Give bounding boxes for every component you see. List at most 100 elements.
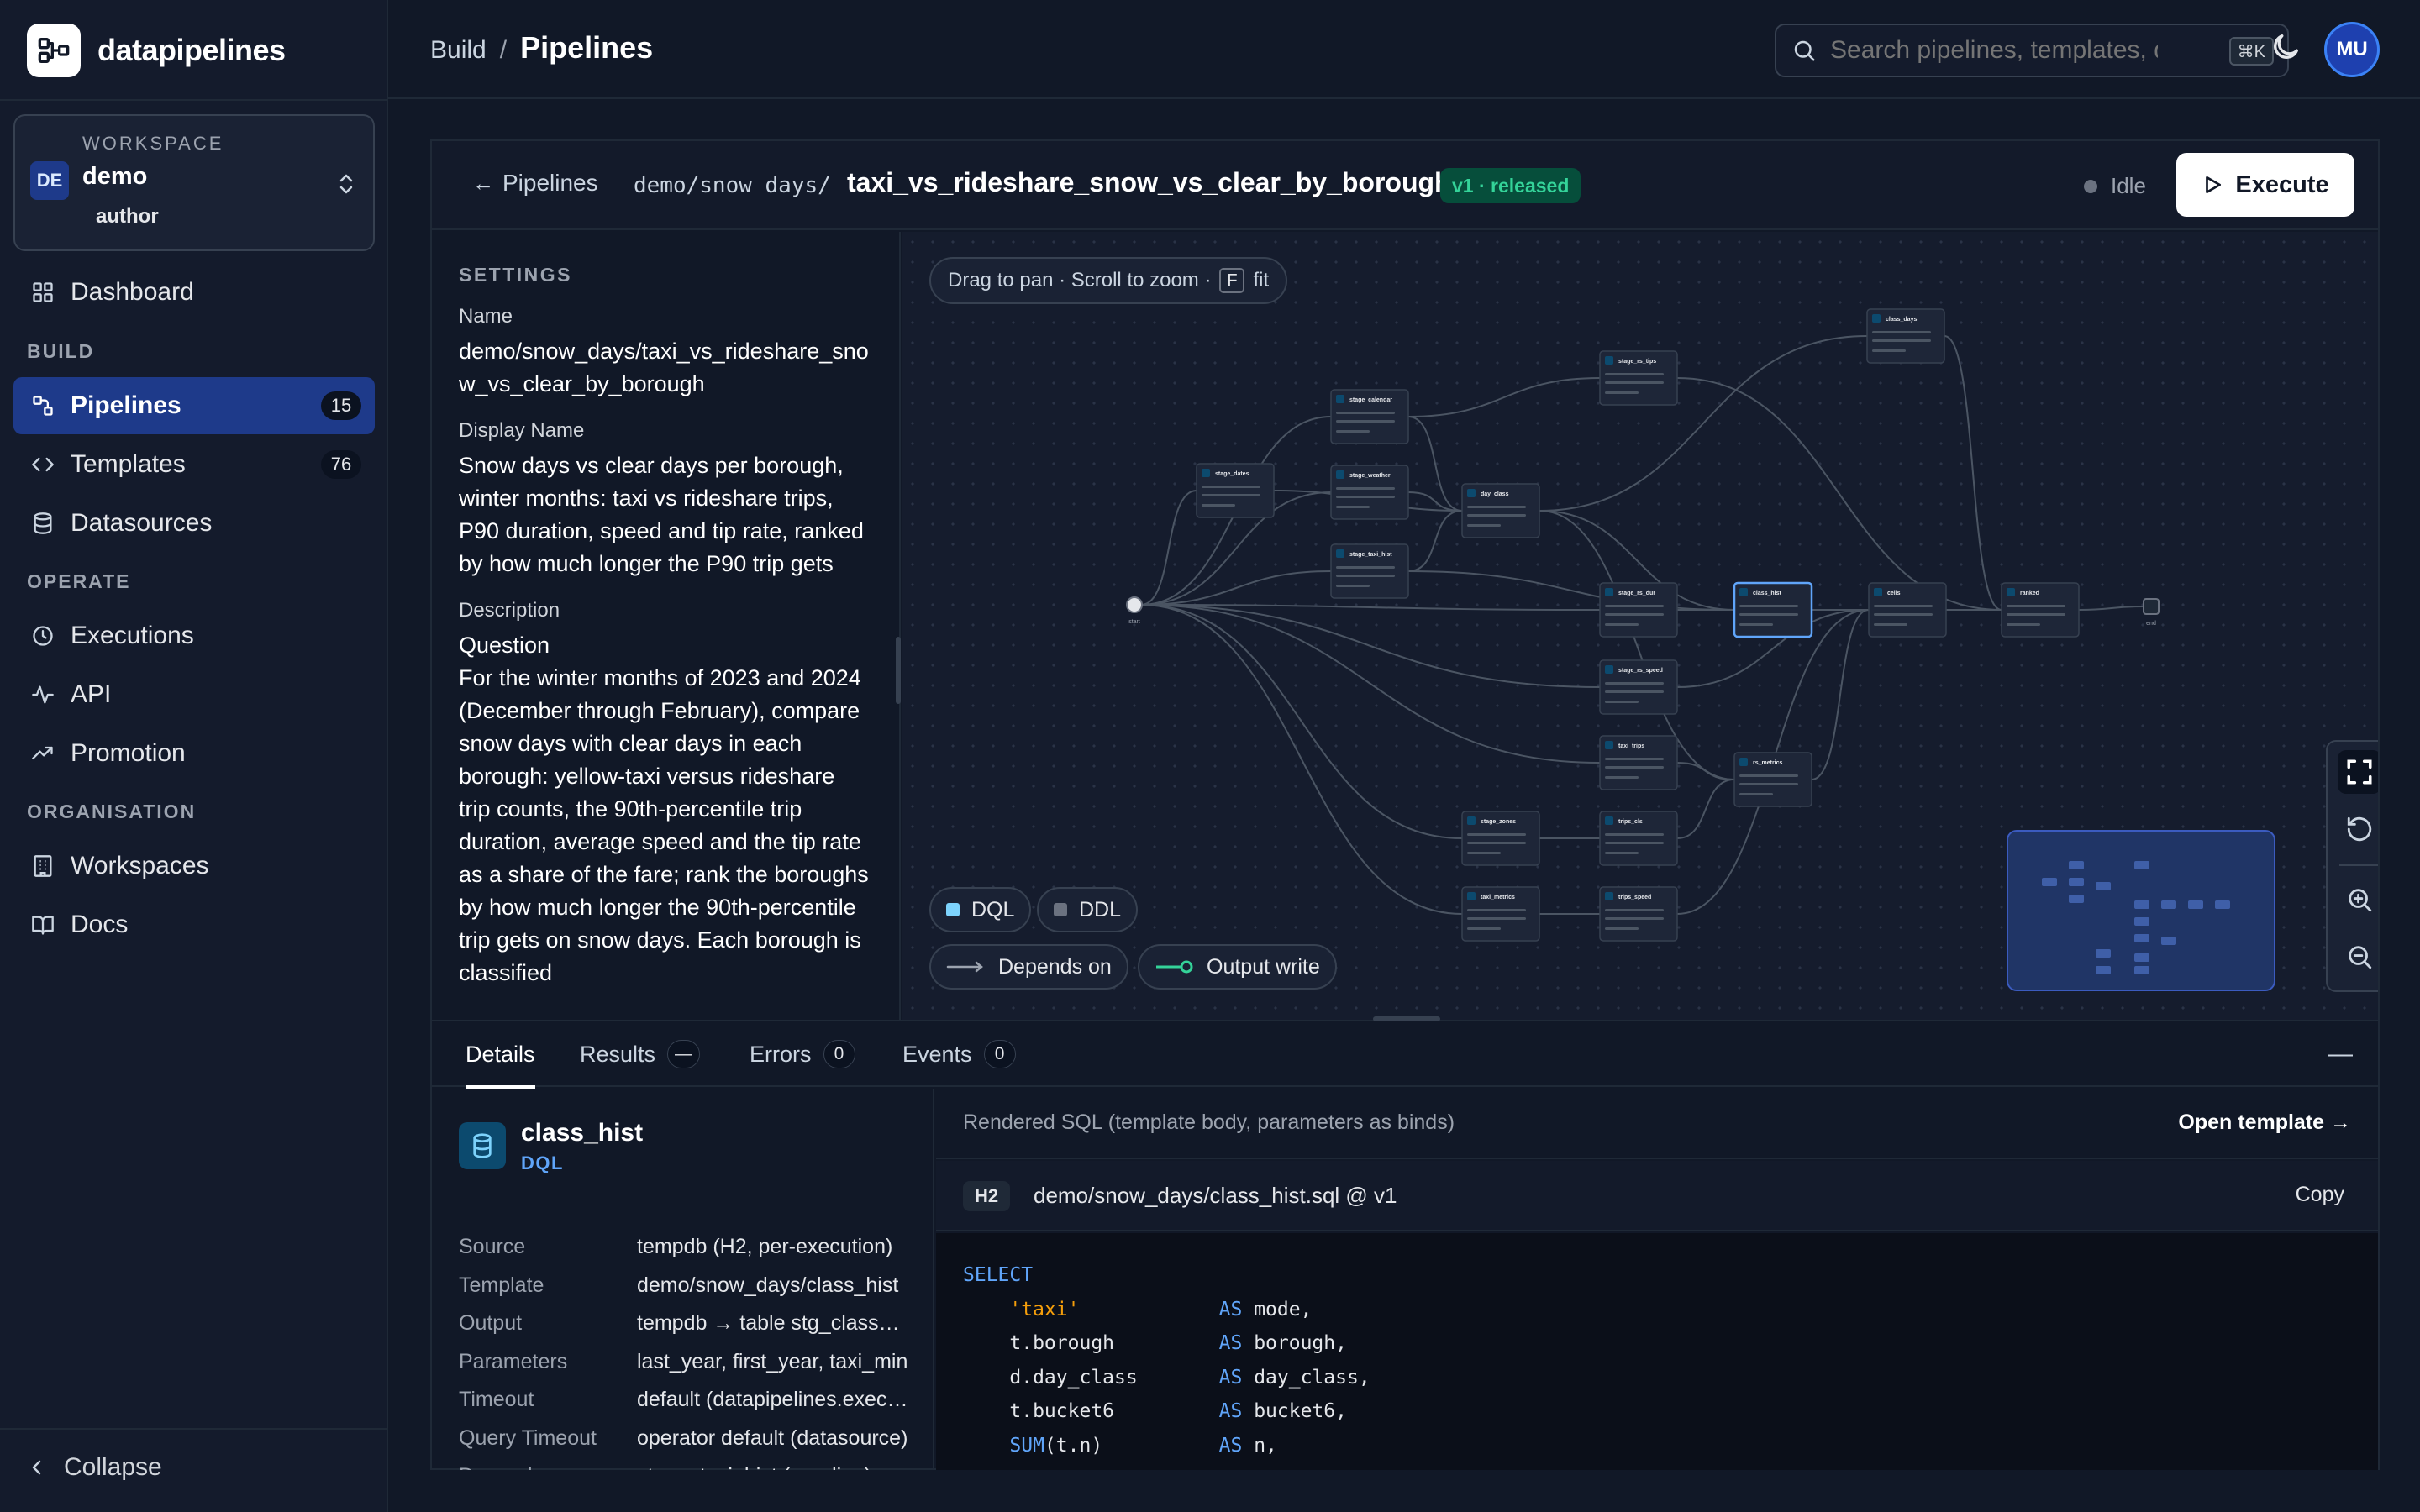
dag-node[interactable]: taxi_trips — [1599, 735, 1678, 790]
dag-node[interactable]: class_days — [1866, 308, 1945, 364]
dag-node[interactable]: rs_metrics — [1733, 752, 1812, 807]
search-input[interactable] — [1830, 36, 2158, 65]
global-search[interactable]: ⌘K — [1775, 24, 2289, 77]
reset-view-button[interactable] — [2338, 807, 2378, 851]
dag-node[interactable]: trips_speed — [1599, 886, 1678, 942]
sidebar-item-templates[interactable]: Templates 76 — [13, 436, 375, 493]
collapse-sidebar-button[interactable]: Collapse — [27, 1453, 162, 1482]
execute-label: Execute — [2235, 171, 2329, 198]
top-bar: Build / Pipelines ⌘K MU — [388, 0, 2420, 99]
dag-node[interactable]: stage_zones — [1461, 811, 1540, 866]
dag-edge — [1140, 570, 1332, 606]
name-value[interactable]: demo/snow_days/taxi_vs_rideshare_snow_vs… — [459, 335, 872, 401]
workspace-switcher[interactable]: WORKSPACE DE demo author — [13, 114, 375, 251]
breadcrumb-build[interactable]: Build — [430, 36, 487, 65]
property-key: Source — [459, 1235, 526, 1258]
tab-results[interactable]: Results — — [580, 1021, 701, 1087]
dag-node[interactable]: stage_rs_dur — [1599, 582, 1678, 638]
dag-node[interactable]: stage_dates — [1196, 463, 1275, 518]
zoom-in-button[interactable] — [2338, 878, 2378, 921]
dql-node-icon — [1605, 356, 1613, 365]
description-body[interactable]: For the winter months of 2023 and 2024 (… — [459, 662, 872, 990]
theme-toggle-button[interactable] — [2269, 30, 2302, 68]
property-key: Depends on — [459, 1464, 637, 1470]
dag-node-detail-line — [1467, 842, 1526, 844]
status-label: Idle — [2111, 173, 2146, 198]
dag-node[interactable]: stage_weather — [1330, 465, 1409, 520]
zoom-out-icon — [2349, 946, 2372, 969]
sidebar-item-pipelines[interactable]: Pipelines 15 — [13, 377, 375, 434]
sidebar-item-datasources[interactable]: Datasources — [13, 495, 375, 552]
sql-header: Rendered SQL (template body, parameters … — [936, 1089, 2378, 1159]
sidebar-item-executions[interactable]: Executions — [13, 607, 375, 664]
settings-panel: SETTINGS Name demo/snow_days/taxi_vs_rid… — [432, 232, 901, 1020]
open-template-link[interactable]: Open template → — [2178, 1110, 2351, 1135]
dag-node[interactable]: ranked — [2001, 582, 2080, 638]
tab-errors[interactable]: Errors 0 — [750, 1021, 855, 1087]
property-value: operator default (datasource) — [637, 1425, 908, 1450]
app-logo[interactable]: datapipelines — [27, 24, 286, 77]
dql-swatch-icon — [946, 903, 960, 916]
nav-section-organisation: ORGANISATION — [27, 801, 197, 822]
zoom-out-button[interactable] — [2338, 935, 2378, 979]
dag-terminal-label: end — [2146, 621, 2156, 627]
sidebar-item-dashboard[interactable]: Dashboard — [13, 264, 375, 321]
dag-end-node[interactable] — [2143, 598, 2160, 615]
dag-node-label: taxi_trips — [1618, 743, 1644, 749]
sidebar-item-workspaces[interactable]: Workspaces — [13, 837, 375, 895]
dag-node-label: stage_calendar — [1349, 397, 1392, 403]
dag-edge — [1407, 377, 1601, 417]
dql-node-icon — [2007, 588, 2015, 596]
property-row: Output tempdb → table stg_class_hist — [459, 1311, 913, 1336]
activity-icon — [30, 682, 55, 707]
sidebar-item-api[interactable]: API — [13, 666, 375, 723]
description-heading: Question — [459, 633, 550, 658]
release-badge: v1 · released — [1440, 168, 1581, 203]
dag-start-node[interactable] — [1126, 596, 1143, 613]
ddl-swatch-icon — [1054, 903, 1067, 916]
dag-node-label: stage_weather — [1349, 473, 1391, 479]
dag-node[interactable]: class_hist — [1733, 581, 1813, 638]
sidebar-item-docs[interactable]: Docs — [13, 896, 375, 953]
dag-node[interactable]: cells — [1868, 582, 1947, 638]
dag-node[interactable]: taxi_metrics — [1461, 886, 1540, 942]
dql-node-icon — [1739, 588, 1748, 596]
minimap[interactable] — [2007, 830, 2275, 991]
tab-details[interactable]: Details — [466, 1021, 535, 1089]
dag-node[interactable]: day_class — [1461, 483, 1540, 538]
minimize-panel-button[interactable]: — — [2328, 1040, 2353, 1068]
dag-canvas[interactable]: start end stage_dates stage_calendar stage_w… — [902, 232, 2378, 1020]
property-row: Parameters last_year, first_year, taxi_mi… — [459, 1350, 913, 1374]
dag-node[interactable]: stage_rs_tips — [1599, 350, 1678, 406]
dag-node[interactable]: stage_taxi_hist — [1330, 543, 1409, 599]
dag-node[interactable]: trips_cls — [1599, 811, 1678, 866]
sidebar-item-promotion[interactable]: Promotion — [13, 725, 375, 782]
execute-button[interactable]: Execute — [2176, 153, 2354, 217]
tab-events[interactable]: Events 0 — [902, 1021, 1016, 1087]
dag-node-detail-line — [1872, 331, 1931, 333]
page-title: Pipelines — [520, 30, 654, 65]
pipelines-count-badge: 15 — [321, 391, 361, 420]
copy-sql-button[interactable]: Copy — [2296, 1183, 2344, 1207]
dag-node-detail-line — [1202, 486, 1260, 488]
back-to-pipelines-link[interactable]: ← Pipelines — [472, 170, 598, 197]
property-key: Query Timeout — [459, 1425, 597, 1450]
property-value: tempdb → table stg_class_hist — [637, 1311, 911, 1335]
dql-node-icon — [1202, 469, 1210, 477]
dag-node-label: stage_rs_tips — [1618, 359, 1656, 365]
dag-node-label: stage_dates — [1215, 471, 1249, 477]
dag-node-detail-line — [1605, 613, 1664, 616]
user-avatar[interactable]: MU — [2324, 22, 2380, 77]
fullscreen-button[interactable] — [2338, 750, 2378, 794]
display-name-value[interactable]: Snow days vs clear days per borough, win… — [459, 449, 872, 580]
dag-node[interactable]: stage_calendar — [1330, 389, 1409, 444]
templates-count-badge: 76 — [321, 450, 361, 479]
divider — [0, 99, 387, 101]
dag-node-detail-line — [1739, 605, 1798, 607]
dag-node[interactable]: stage_rs_speed — [1599, 659, 1678, 715]
dag-node-label: class_days — [1886, 317, 1917, 323]
sql-code-block[interactable]: SELECT 'taxi' AS mode, t.borough AS boro… — [936, 1233, 2378, 1470]
settings-resize-handle[interactable] — [896, 637, 901, 704]
dag-node-detail-line — [1467, 524, 1501, 527]
dag-node-detail-line — [1336, 430, 1370, 433]
